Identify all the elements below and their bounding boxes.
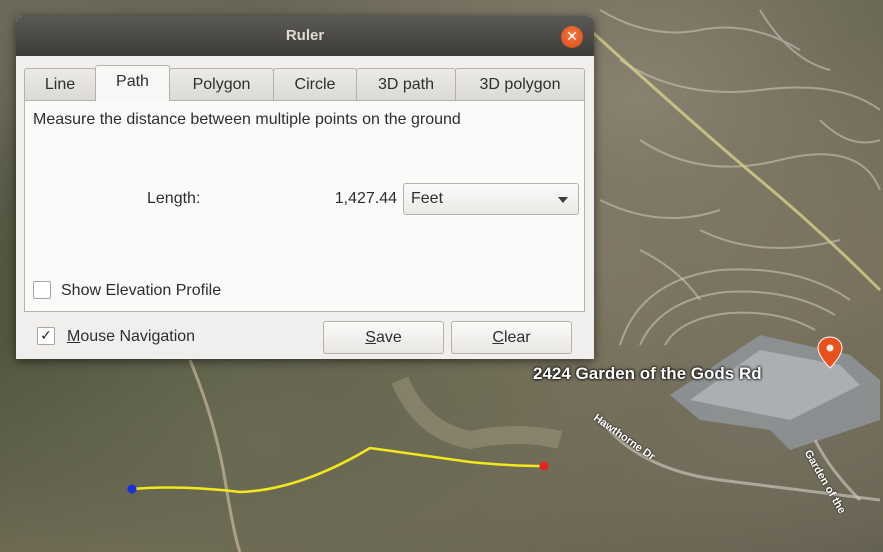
unit-value: Feet — [411, 190, 444, 207]
tab-line[interactable]: Line — [24, 68, 96, 100]
dialog-title: Ruler — [285, 27, 325, 44]
chevron-down-icon — [558, 197, 568, 203]
tab-3d-path[interactable]: 3D path — [356, 68, 456, 100]
length-label: Length: — [147, 190, 201, 207]
ruler-dialog: Ruler ✕ Line Path Polygon Circle 3D path… — [16, 16, 594, 359]
clear-button[interactable]: Clear — [451, 321, 572, 354]
tab-circle[interactable]: Circle — [273, 68, 357, 100]
place-label[interactable]: 2424 Garden of the Gods Rd — [533, 364, 762, 384]
unit-dropdown[interactable]: Feet — [403, 183, 579, 215]
tab-polygon[interactable]: Polygon — [169, 68, 274, 100]
length-value: 1,427.44 — [334, 190, 397, 207]
mouse-navigation-checkbox[interactable]: ✓ — [37, 327, 55, 345]
tab-panel: Measure the distance between multiple po… — [24, 100, 585, 312]
tab-path[interactable]: Path — [95, 65, 170, 101]
show-elevation-checkbox[interactable] — [33, 281, 51, 299]
save-button[interactable]: Save — [323, 321, 444, 354]
close-icon: ✕ — [566, 29, 578, 45]
description-text: Measure the distance between multiple po… — [33, 111, 461, 128]
mouse-navigation-label[interactable]: Mouse Navigation — [67, 328, 195, 346]
tab-3d-polygon[interactable]: 3D polygon — [455, 68, 585, 100]
show-elevation-label[interactable]: Show Elevation Profile — [61, 282, 221, 300]
checkmark-icon: ✓ — [40, 328, 52, 344]
title-bar[interactable]: Ruler ✕ — [16, 16, 594, 56]
close-button[interactable]: ✕ — [561, 26, 583, 48]
